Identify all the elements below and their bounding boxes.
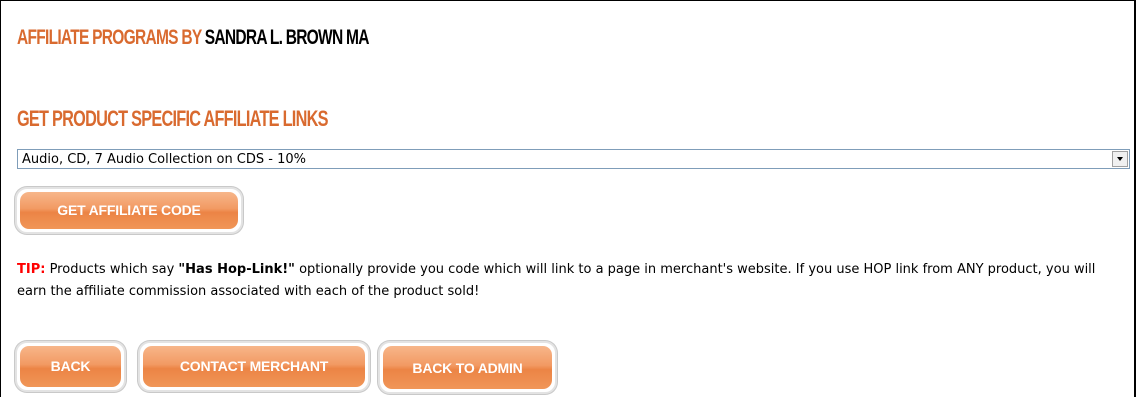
page-title-merchant-name: SANDRA L. BROWN MA [204, 26, 370, 49]
product-select[interactable]: Audio, CD, 7 Audio Collection on CDS - 1… [17, 149, 1130, 169]
back-button[interactable]: BACK [20, 346, 121, 387]
tip-label: TIP: [17, 262, 46, 277]
contact-merchant-button[interactable]: CONTACT MERCHANT [143, 346, 365, 387]
get-affiliate-code-button-frame: GET AFFILIATE CODE [15, 187, 243, 234]
tip-hop-link-highlight: "Has Hop-Link!" [178, 262, 295, 277]
tip-text: TIP: Products which say "Has Hop-Link!" … [17, 259, 1127, 303]
back-to-admin-button-frame: BACK TO ADMIN [378, 341, 557, 394]
tip-text-part1: Products which say [45, 262, 179, 277]
back-to-admin-button[interactable]: BACK TO ADMIN [383, 346, 552, 389]
product-select-value: Audio, CD, 7 Audio Collection on CDS - 1… [22, 152, 307, 167]
contact-merchant-button-frame: CONTACT MERCHANT [138, 341, 370, 392]
back-button-frame: BACK [15, 341, 126, 392]
dropdown-arrow-icon[interactable] [1112, 151, 1128, 167]
content-frame: AFFILIATE PROGRAMS BY SANDRA L. BROWN MA… [0, 0, 1136, 397]
section-heading: GET PRODUCT SPECIFIC AFFILIATE LINKS [17, 106, 328, 131]
page-title: AFFILIATE PROGRAMS BY SANDRA L. BROWN MA [17, 27, 369, 48]
page-title-prefix: AFFILIATE PROGRAMS BY [17, 26, 202, 49]
get-affiliate-code-button[interactable]: GET AFFILIATE CODE [20, 192, 238, 229]
